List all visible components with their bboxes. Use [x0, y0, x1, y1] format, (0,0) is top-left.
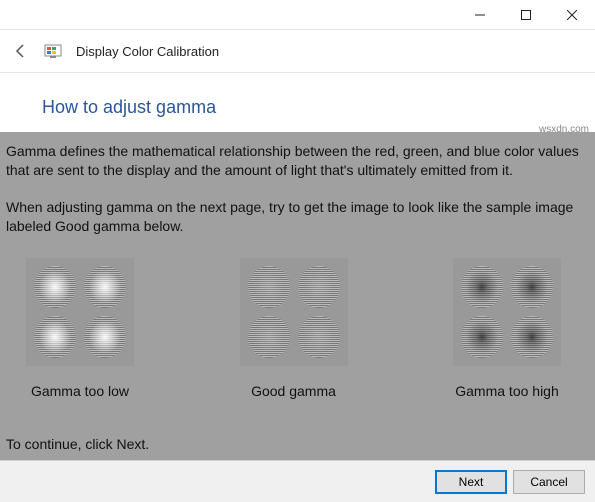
description-2: When adjusting gamma on the next page, t… — [6, 198, 589, 236]
minimize-button[interactable] — [457, 0, 503, 30]
close-button[interactable] — [549, 0, 595, 30]
gamma-samples: Gamma too low Good gamma Gamma too high — [6, 236, 589, 401]
cancel-button[interactable]: Cancel — [513, 470, 585, 494]
sample-label-high: Gamma too high — [455, 382, 559, 401]
continue-hint: To continue, click Next. — [6, 435, 589, 454]
back-button[interactable] — [12, 42, 30, 60]
sample-gamma-good: Good gamma — [240, 258, 348, 401]
sample-gamma-low: Gamma too low — [26, 258, 134, 401]
watermark: wsxdn.com — [539, 124, 589, 135]
gamma-good-image — [240, 258, 348, 366]
app-title: Display Color Calibration — [76, 44, 219, 59]
app-icon — [44, 42, 62, 60]
page-title: How to adjust gamma — [0, 73, 595, 132]
gamma-low-image — [26, 258, 134, 366]
sample-label-low: Gamma too low — [31, 382, 129, 401]
content-area: Gamma defines the mathematical relations… — [0, 132, 595, 460]
next-button[interactable]: Next — [435, 470, 507, 494]
maximize-button[interactable] — [503, 0, 549, 30]
description-1: Gamma defines the mathematical relations… — [6, 142, 589, 180]
header-bar: Display Color Calibration — [0, 30, 595, 72]
sample-gamma-high: Gamma too high — [453, 258, 561, 401]
window-titlebar — [0, 0, 595, 30]
footer-bar: Next Cancel — [0, 460, 595, 502]
sample-label-good: Good gamma — [251, 382, 336, 401]
gamma-high-image — [453, 258, 561, 366]
